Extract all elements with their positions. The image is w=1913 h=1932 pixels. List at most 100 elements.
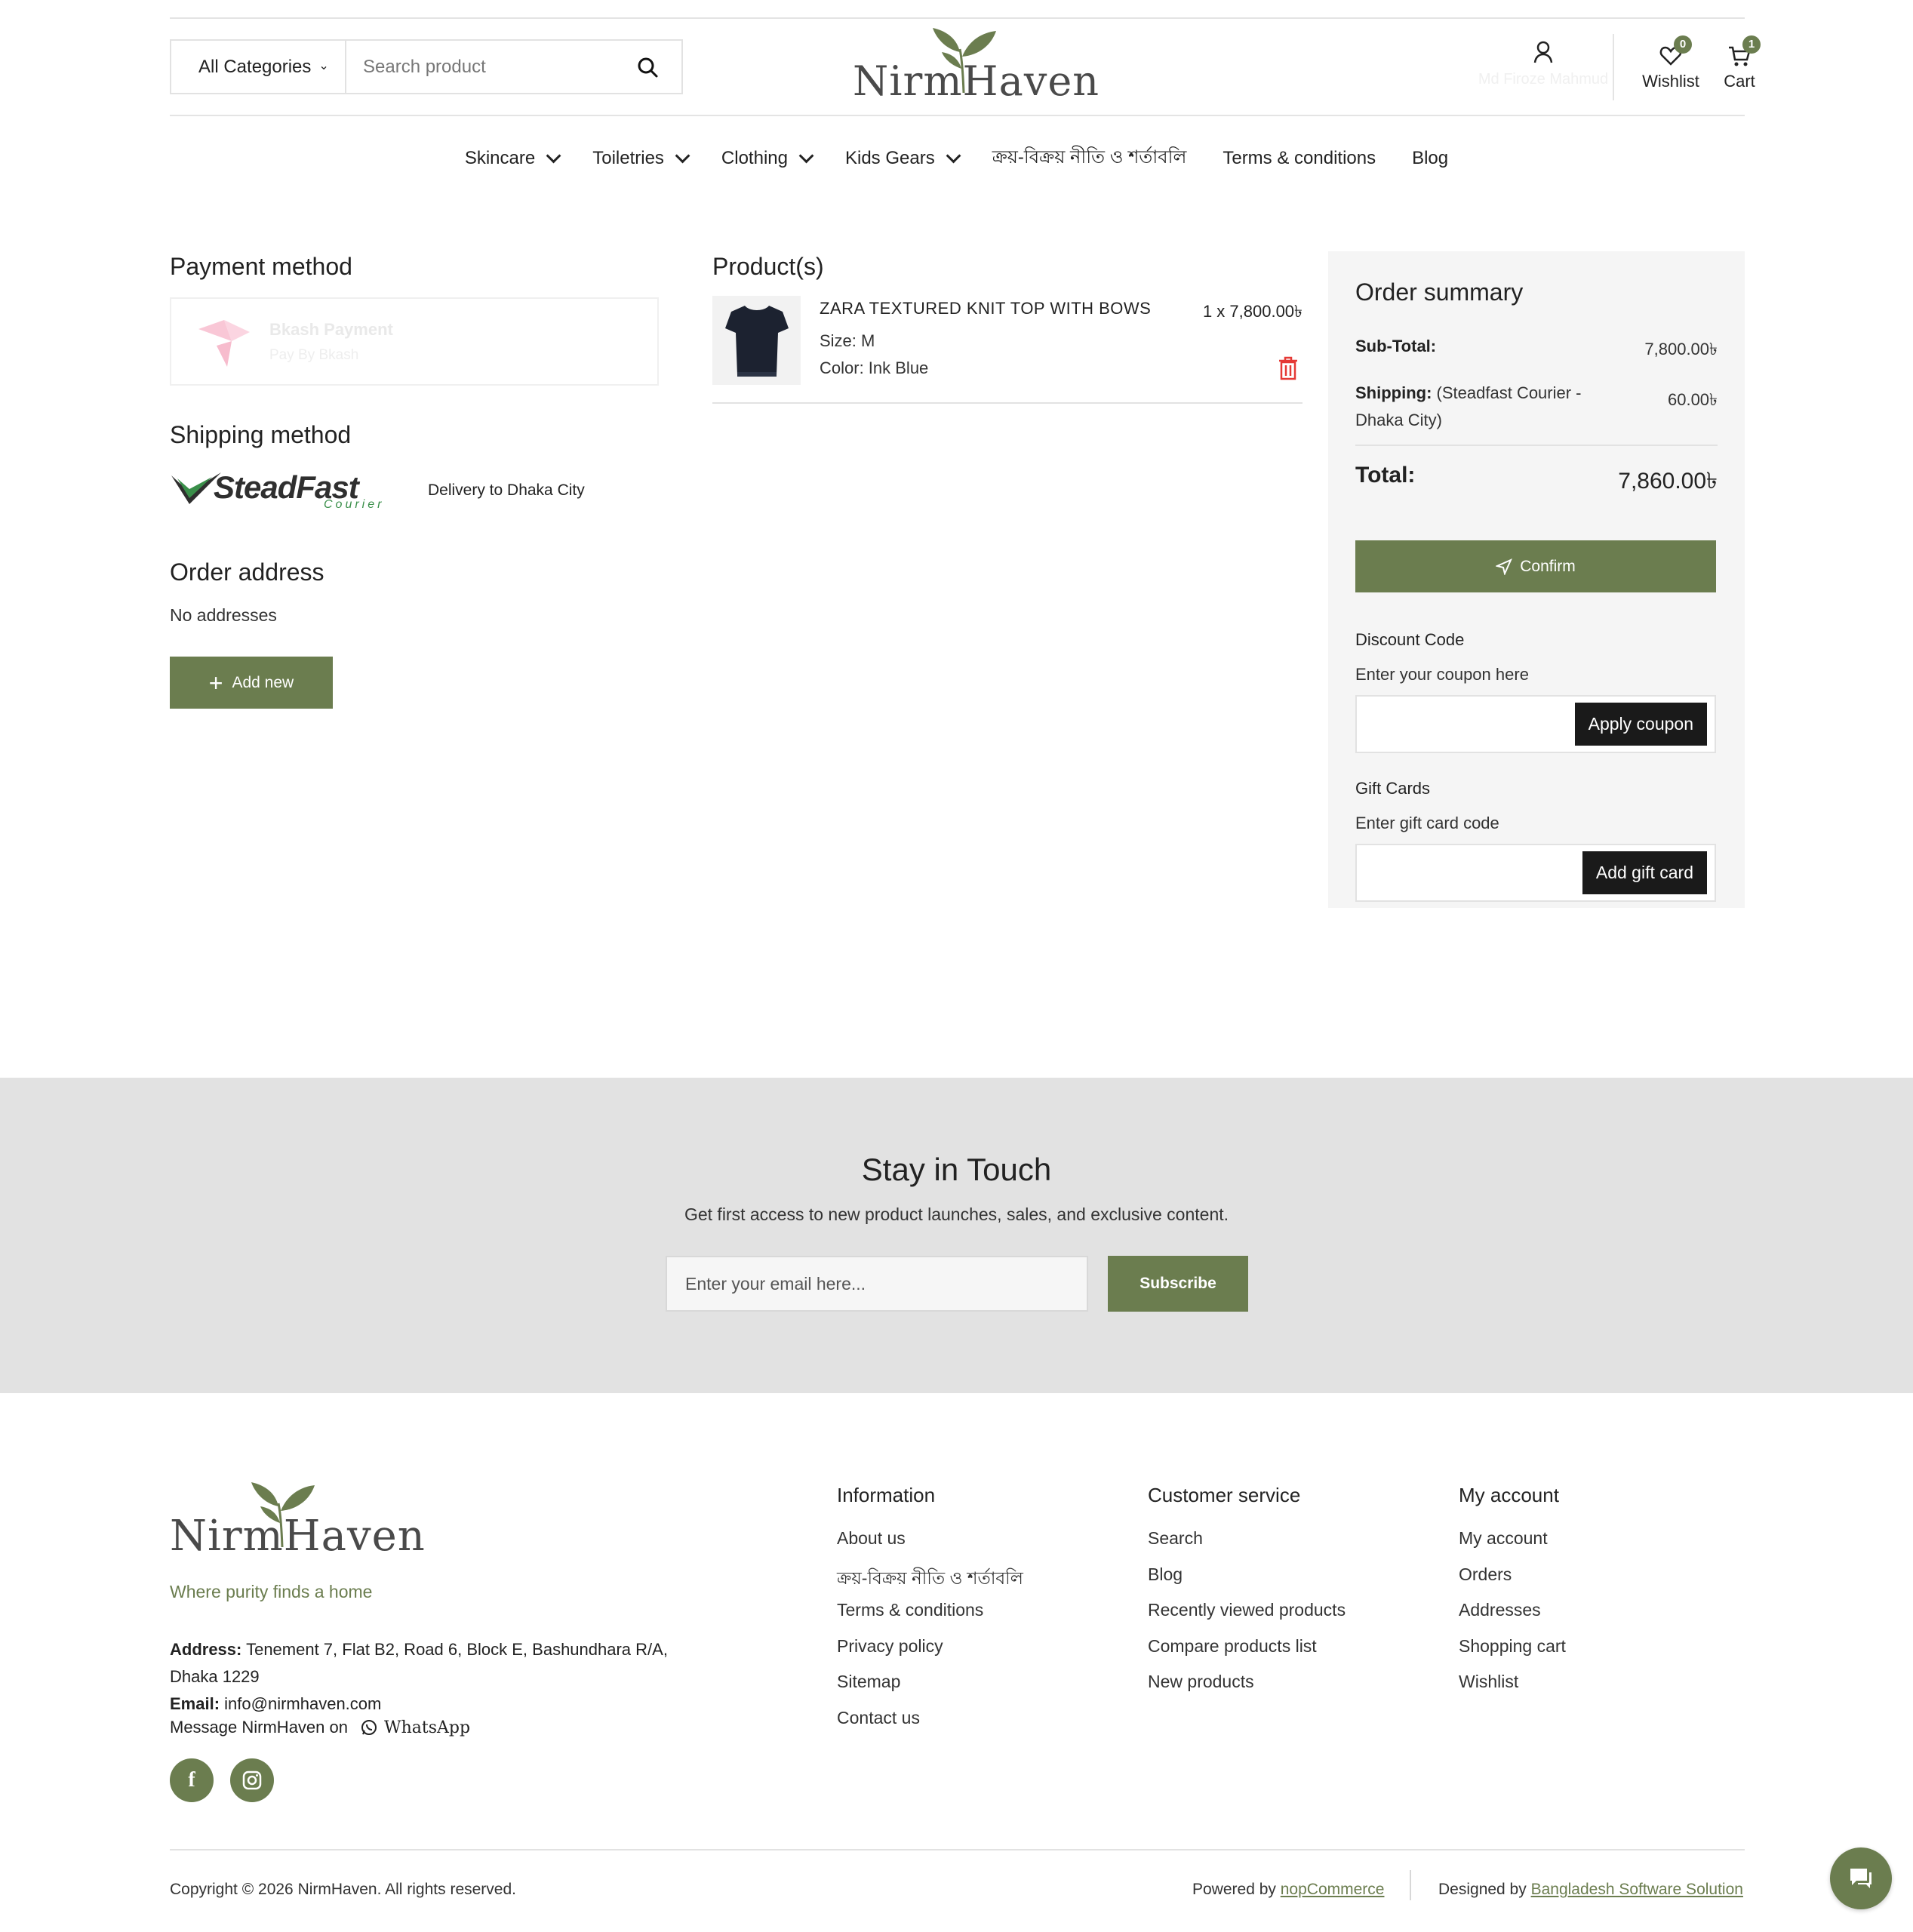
designed-prefix: Designed by [1438,1881,1527,1898]
discount-code-input[interactable] [1357,697,1568,752]
chevron-down-icon [546,148,561,164]
newsletter-email-input[interactable] [666,1256,1088,1312]
gift-card-input[interactable] [1357,845,1568,900]
nav-item-terms[interactable]: Terms & conditions [1204,143,1394,174]
footer-link[interactable]: My account [1459,1528,1566,1564]
search-bar: All Categories ⌄ [170,39,683,94]
chat-button[interactable] [1830,1847,1892,1909]
category-select[interactable]: All Categories ⌄ [171,41,346,93]
account-link[interactable]: Md Firoze Mahmud [1453,40,1634,88]
chevron-down-icon: ⌄ [318,59,329,72]
cart-label: Cart [1724,72,1755,91]
whatsapp-link[interactable]: WhatsApp [360,1718,470,1737]
footer-logo[interactable]: NirmHaven [170,1481,425,1565]
nav-item-toiletries[interactable]: Toiletries [574,143,703,174]
footer-link[interactable]: Orders [1459,1564,1566,1601]
add-gift-card-button[interactable]: Add gift card [1582,851,1707,894]
designer-link[interactable]: Bangladesh Software Solution [1531,1881,1743,1898]
footer-link[interactable]: Search [1148,1528,1346,1564]
discount-code-hint: Enter your coupon here [1355,665,1529,684]
product-color: Color: Ink Blue [820,358,929,377]
footer-link[interactable]: Sitemap [837,1672,1023,1708]
footer-column-title: My account [1459,1484,1559,1506]
chevron-down-icon [798,148,814,164]
facebook-icon[interactable]: f [170,1758,214,1802]
footer-link[interactable]: Terms & conditions [837,1600,1023,1636]
wishlist-count-badge: 0 [1674,35,1692,54]
apply-coupon-button[interactable]: Apply coupon [1574,703,1707,746]
powered-by: Powered by nopCommerce [1192,1881,1384,1899]
products-title: Product(s) [712,253,824,280]
footer-column-title: Customer service [1148,1484,1301,1506]
order-summary: Order summary Sub-Total: 7,800.00৳ Shipp… [1328,251,1745,908]
gift-cards-title: Gift Cards [1355,779,1431,798]
nav-item-kids-gears[interactable]: Kids Gears [827,143,974,174]
knit-top-icon [724,306,789,377]
steadfast-logo: SteadFast Courier [170,468,404,513]
footer-link[interactable]: Recently viewed products [1148,1600,1346,1636]
newsletter-section: Stay in Touch Get first access to new pr… [0,1078,1913,1393]
nav-item-clothing[interactable]: Clothing [703,143,827,174]
plus-icon: + [208,669,223,697]
logo-wordmark: NirmHaven [853,57,1100,105]
whatsapp-icon [361,1720,377,1735]
chevron-down-icon [675,148,690,164]
footer-link[interactable]: Addresses [1459,1600,1566,1636]
add-new-address-button[interactable]: + Add new [170,657,333,709]
footer-link[interactable]: About us [837,1528,1023,1564]
footer-link[interactable]: New products [1148,1672,1346,1708]
discount-code-title: Discount Code [1355,630,1465,649]
nav-item-label: Skincare [464,148,536,168]
nav-item-label: Toiletries [592,148,664,168]
nav-item-skincare[interactable]: Skincare [447,143,574,174]
total-value: 7,860.00৳ [1618,469,1718,494]
total-row: Total: 7,860.00৳ [1355,446,1718,518]
product-name[interactable]: ZARA TEXTURED KNIT TOP WITH BOWS [820,299,1151,318]
email-value[interactable]: info@nirmhaven.com [224,1694,381,1713]
payment-section: Payment method Bkash Payment Pay By Bkas… [170,253,659,386]
footer-column-information: Information About us ক্রয়-বিক্রয় নীতি … [837,1484,1023,1743]
whatsapp-line: Message NirmHaven on WhatsApp [170,1718,470,1737]
footer-link[interactable]: ক্রয়-বিক্রয় নীতি ও শর্তাবলি [837,1564,1023,1601]
subtotal-label: Sub-Total: [1355,337,1437,355]
remove-product-button[interactable] [1277,356,1299,384]
header-bottom-divider [170,115,1745,116]
shipping-description: Delivery to Dhaka City [428,481,585,499]
nav-item-purchase-policy[interactable]: ক্রয়-বিক্রয় নীতি ও শর্তাবলি [974,143,1205,174]
shipping-option[interactable]: SteadFast Courier Delivery to Dhaka City [170,468,585,513]
wishlist-link[interactable]: 0 Wishlist [1637,35,1705,91]
payment-option-bkash[interactable]: Bkash Payment Pay By Bkash [170,297,659,386]
footer-link[interactable]: Wishlist [1459,1672,1566,1708]
instagram-icon[interactable] [230,1758,274,1802]
bkash-logo-icon [198,319,250,367]
footer-column-title: Information [837,1484,936,1506]
search-input[interactable] [346,41,614,93]
site-logo[interactable]: NirmHaven [853,26,1099,109]
footer-link[interactable]: Shopping cart [1459,1636,1566,1672]
search-button[interactable] [614,41,681,93]
footer-link[interactable]: Compare products list [1148,1636,1346,1672]
product-image[interactable] [712,296,801,385]
search-icon [638,57,658,77]
main-nav: Skincare Toiletries Clothing Kids Gears … [0,143,1913,174]
footer-column-my-account: My account My account Orders Addresses S… [1459,1484,1566,1708]
nav-item-blog[interactable]: Blog [1394,143,1466,174]
add-new-label: Add new [232,673,294,691]
cart-link[interactable]: 1 Cart [1709,35,1770,91]
logo-wordmark: NirmHaven [170,1512,426,1561]
no-addresses-text: No addresses [170,605,277,625]
footer-link[interactable]: Blog [1148,1564,1346,1601]
footer-link[interactable]: Contact us [837,1708,1023,1744]
footer-bottom-divider [1410,1870,1411,1900]
footer-link[interactable]: Privacy policy [837,1636,1023,1672]
confirm-order-button[interactable]: Confirm [1355,540,1716,592]
shipping-title: Shipping method [170,421,352,448]
gift-card-hint: Enter gift card code [1355,814,1499,832]
subscribe-button[interactable]: Subscribe [1108,1256,1248,1312]
footer-column-customer-service: Customer service Search Blog Recently vi… [1148,1484,1346,1708]
message-text: Message NirmHaven on [170,1718,348,1737]
nav-item-label: Kids Gears [844,148,935,168]
nopcommerce-link[interactable]: nopCommerce [1281,1881,1385,1898]
product-row: ZARA TEXTURED KNIT TOP WITH BOWS Size: M… [712,296,1303,404]
address-label: Address: [170,1640,242,1659]
